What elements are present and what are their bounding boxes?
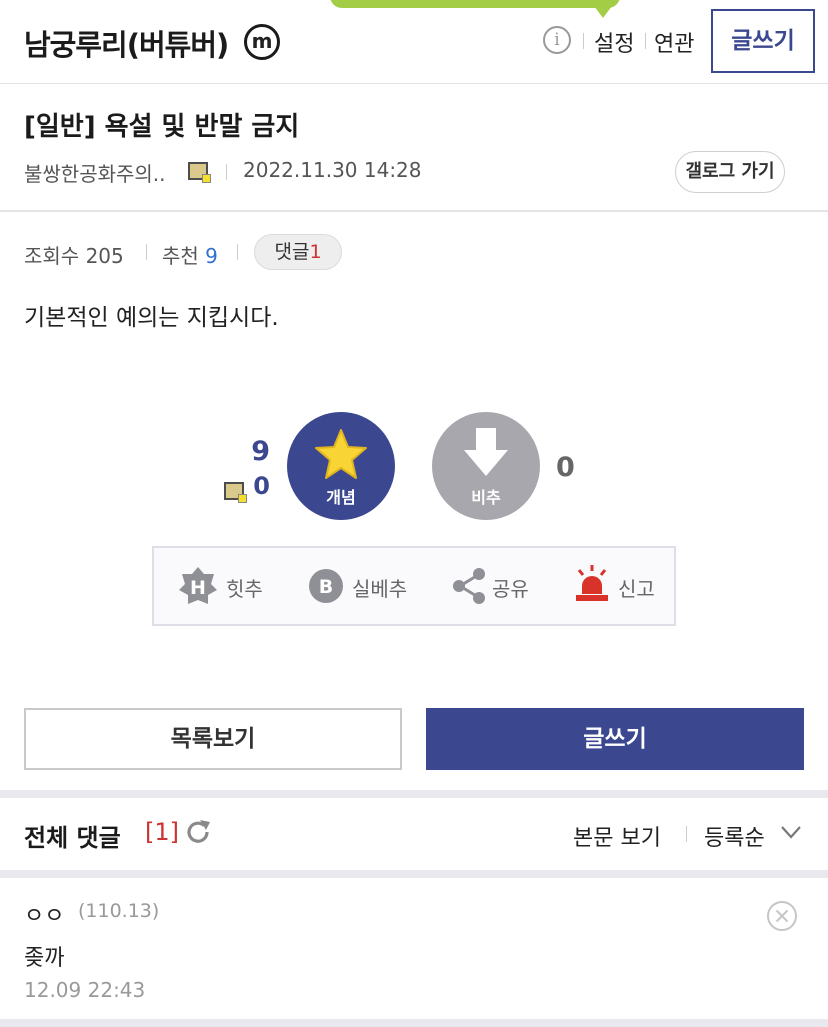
section-divider [0, 1019, 828, 1027]
siren-icon [576, 565, 608, 601]
notice-bubble-tail [594, 6, 612, 18]
separator [237, 244, 238, 260]
recommend-count-label: 추천 [162, 244, 199, 268]
post-content: 기본적인 예의는 지킵시다. [24, 305, 279, 331]
best-recommend-button[interactable]: B 실베추 [308, 548, 418, 624]
view-count: 조회수 205 [24, 240, 124, 269]
downvote-button[interactable]: 비추 [432, 412, 540, 520]
recommend-count: 추천 9 [162, 240, 218, 269]
go-gallog-button[interactable]: 갤로그 가기 [675, 151, 785, 193]
comment-nick[interactable]: ㅇㅇ [24, 898, 64, 930]
comment-ip: (110.13) [78, 900, 160, 922]
share-label: 공유 [492, 577, 529, 601]
post-author[interactable]: 불쌍한공화주의.. [24, 158, 166, 187]
recommend-count-value: 9 [205, 244, 218, 268]
comments-count: [1] [145, 818, 179, 846]
separator [645, 33, 646, 49]
share-button[interactable]: 공유 [452, 548, 532, 624]
list-button[interactable]: 목록보기 [24, 708, 402, 770]
post-title: [일반] 욕설 및 반말 금지 [24, 112, 300, 142]
post-date: 2022.11.30 14:28 [243, 158, 422, 182]
comment-count-label: 댓글 [274, 241, 310, 263]
section-divider [0, 870, 828, 878]
write-button-top[interactable]: 글쓰기 [711, 9, 815, 73]
report-button[interactable]: 신고 [574, 548, 664, 624]
svg-text:H: H [190, 577, 206, 599]
upvote-count: 9 [251, 436, 270, 467]
hit-recommend-label: 힛추 [226, 577, 263, 601]
best-recommend-label: 실베추 [352, 577, 408, 601]
share-icon [453, 568, 485, 604]
separator [583, 33, 584, 49]
upvote-fixed-count: 0 [253, 472, 270, 500]
comment-time: 12.09 22:43 [24, 978, 146, 1002]
comment-count-pill[interactable]: 댓글1 [254, 234, 342, 270]
write-button[interactable]: 글쓰기 [426, 708, 804, 770]
gallery-title[interactable]: 남궁루리(버튜버) [24, 22, 229, 64]
sort-dropdown[interactable]: 등록순 [704, 820, 765, 852]
hit-recommend-button[interactable]: H 힛추 [178, 548, 278, 624]
divider [0, 210, 828, 212]
best-badge-icon: B [309, 569, 343, 603]
view-count-value: 205 [85, 244, 124, 268]
settings-link[interactable]: 설정 [594, 26, 634, 58]
chevron-down-icon[interactable] [780, 824, 802, 840]
comment-text: 좆까 [24, 946, 65, 971]
action-bar: H 힛추 B 실베추 공유 신고 [152, 546, 676, 626]
comments-title: 전체 댓글 [24, 824, 121, 852]
gonick-icon [188, 162, 211, 183]
svg-text:B: B [319, 576, 333, 598]
notice-bubble [330, 0, 620, 8]
upvote-button[interactable]: 개념 [287, 412, 395, 520]
comment-count-value: 1 [309, 241, 322, 263]
star-icon [315, 429, 367, 479]
top-header: 남궁루리(버튜버) m i 설정 연관 글쓰기 [0, 0, 828, 84]
separator [226, 164, 227, 180]
separator [146, 244, 147, 260]
minor-gallery-badge-icon: m [244, 24, 280, 60]
arrow-down-icon [464, 428, 508, 476]
report-label: 신고 [618, 577, 655, 601]
separator [686, 826, 687, 842]
section-divider [0, 790, 828, 798]
upvote-label: 개념 [326, 488, 356, 507]
info-icon[interactable]: i [543, 26, 571, 54]
delete-comment-icon[interactable] [766, 900, 798, 932]
downvote-label: 비추 [471, 488, 501, 507]
hit-badge-icon: H [179, 567, 217, 604]
related-link[interactable]: 연관 [654, 26, 694, 58]
view-count-label: 조회수 [24, 244, 80, 268]
refresh-icon[interactable] [184, 818, 212, 846]
downvote-count: 0 [556, 452, 575, 483]
view-body-link[interactable]: 본문 보기 [573, 820, 661, 852]
